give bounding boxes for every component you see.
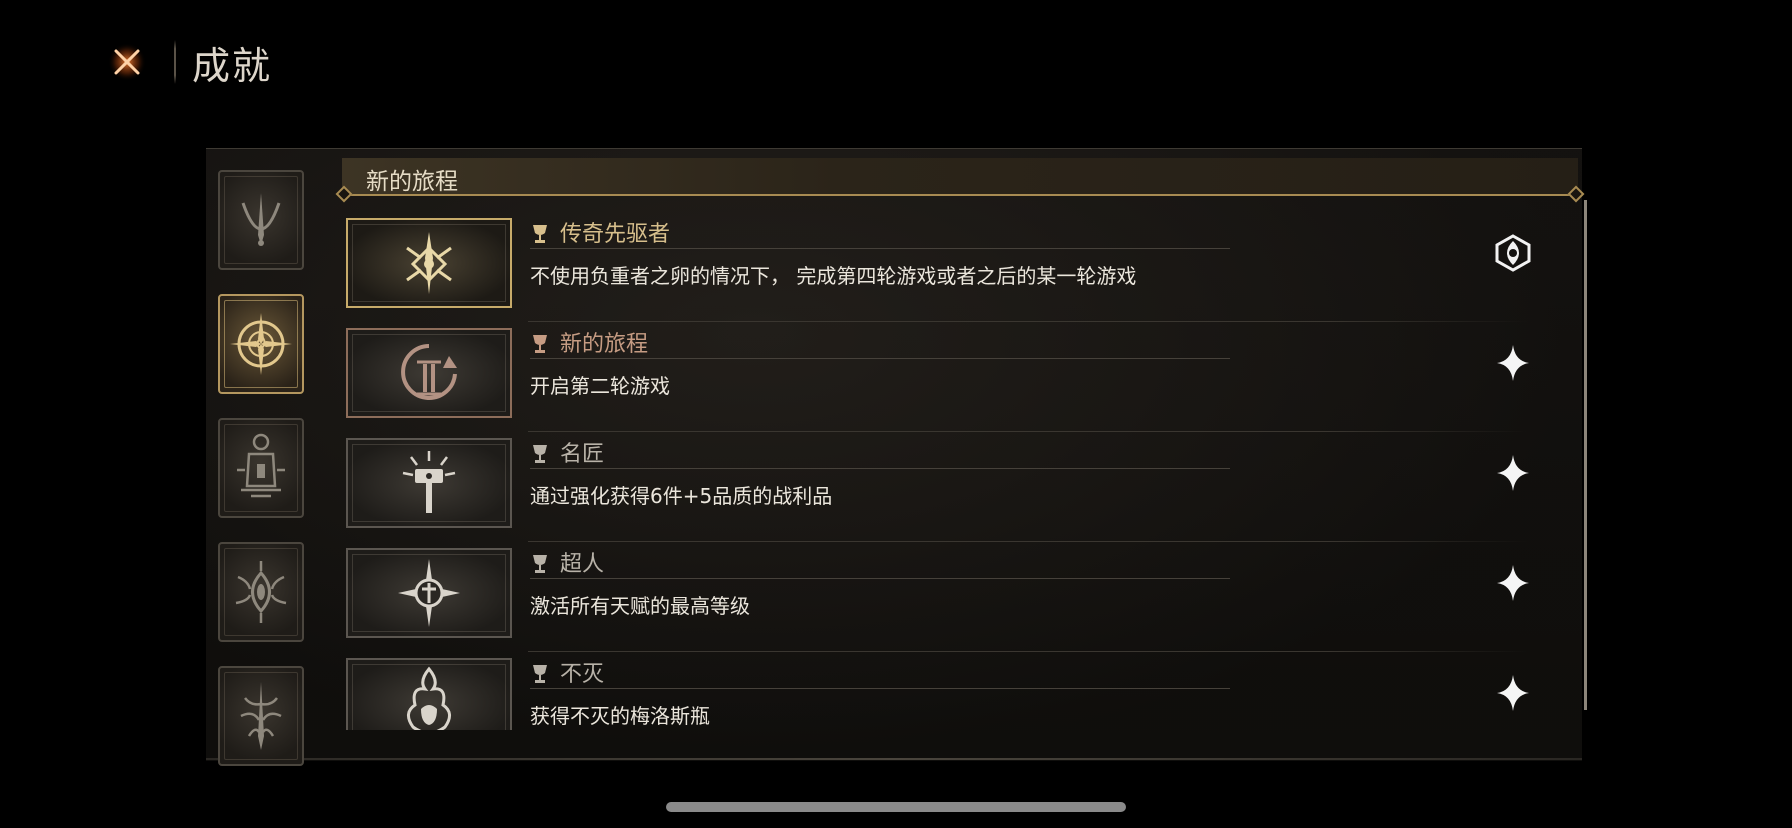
achievement-description: 获得不灭的梅洛斯瓶 — [530, 704, 710, 728]
achievement-description: 不使用负重者之卵的情况下， 完成第四轮游戏或者之后的某一轮游戏 — [530, 264, 1137, 288]
crescent-spike-emblem-icon — [241, 193, 281, 246]
achievement-badge — [346, 438, 512, 528]
trophy-icon — [533, 555, 547, 573]
category-tab-1[interactable] — [218, 170, 304, 270]
achievement-description: 开启第二轮游戏 — [530, 374, 670, 398]
achievement-badge — [346, 548, 512, 638]
achievement-badge — [346, 658, 512, 730]
sparkle-star-icon — [1497, 675, 1529, 711]
category-tab-4[interactable] — [218, 542, 304, 642]
achievement-row[interactable]: 传奇先驱者 不使用负重者之卵的情况下， 完成第四轮游戏或者之后的某一轮游戏 — [342, 212, 1578, 322]
header-bar: 成就 — [100, 30, 272, 94]
achievement-description: 激活所有天赋的最高等级 — [530, 594, 750, 618]
achievement-badge — [346, 218, 512, 308]
achievement-status — [1490, 450, 1536, 496]
sparkle-star-icon — [1497, 345, 1529, 381]
scrollbar-thumb[interactable] — [1584, 200, 1587, 710]
forge-hammer-icon — [402, 451, 456, 513]
category-tab-3[interactable] — [218, 418, 304, 518]
section-title: 新的旅程 — [366, 169, 458, 195]
cycle-two-icon — [401, 344, 457, 400]
achievement-status — [1490, 560, 1536, 606]
sword-root-emblem-icon — [240, 682, 282, 750]
trophy-icon — [533, 665, 547, 683]
radiant-rune-icon — [406, 232, 452, 294]
category-tab-2[interactable] — [218, 294, 304, 394]
achievement-title-bar: 超人 — [530, 546, 1230, 579]
achievement-row[interactable]: 不灭 获得不灭的梅洛斯瓶 — [342, 652, 1578, 730]
sparkle-star-icon — [1497, 455, 1529, 491]
achievement-title: 不灭 — [560, 662, 605, 687]
achievement-description: 通过强化获得6件+5品质的战利品 — [530, 484, 833, 508]
trophy-icon — [533, 225, 547, 243]
achievement-list[interactable]: 传奇先驱者 不使用负重者之卵的情况下， 完成第四轮游戏或者之后的某一轮游戏 新的… — [342, 206, 1578, 730]
home-indicator[interactable] — [666, 802, 1126, 812]
category-tab-5[interactable] — [218, 666, 304, 766]
achievement-row[interactable]: 新的旅程 开启第二轮游戏 — [342, 322, 1578, 432]
header-divider — [174, 40, 176, 84]
achievement-title-bar: 传奇先驱者 — [530, 216, 1230, 249]
achievement-title-bar: 不灭 — [530, 656, 1230, 689]
achievement-title: 名匠 — [560, 442, 605, 467]
achievement-title-bar: 新的旅程 — [530, 326, 1230, 359]
lantern-emblem-icon — [237, 433, 285, 498]
achievement-row[interactable]: 名匠 通过强化获得6件+5品质的战利品 — [342, 432, 1578, 542]
claimed-emblem-icon — [1495, 234, 1531, 272]
compass-star-emblem-icon — [230, 313, 292, 375]
trophy-icon — [533, 335, 547, 353]
achievement-title: 超人 — [560, 552, 605, 577]
trophy-icon — [533, 445, 547, 463]
achievement-status — [1490, 670, 1536, 716]
achievement-title-bar: 名匠 — [530, 436, 1230, 469]
achievement-title: 新的旅程 — [560, 332, 649, 357]
section-header: 新的旅程 — [342, 158, 1578, 196]
achievement-status — [1490, 230, 1536, 276]
achievement-badge — [346, 328, 512, 418]
achievement-row[interactable]: 超人 激活所有天赋的最高等级 — [342, 542, 1578, 652]
achievement-status — [1490, 340, 1536, 386]
achievement-title: 传奇先驱者 — [560, 222, 671, 247]
panel-bottom-divider — [206, 758, 1582, 760]
sparkle-star-icon — [1497, 565, 1529, 601]
close-button[interactable] — [100, 35, 154, 89]
page-title: 成就 — [192, 43, 273, 88]
close-x-icon — [108, 43, 146, 81]
thorned-eye-emblem-icon — [235, 561, 287, 623]
star-orb-icon — [398, 559, 460, 627]
flame-flask-icon — [407, 666, 451, 730]
